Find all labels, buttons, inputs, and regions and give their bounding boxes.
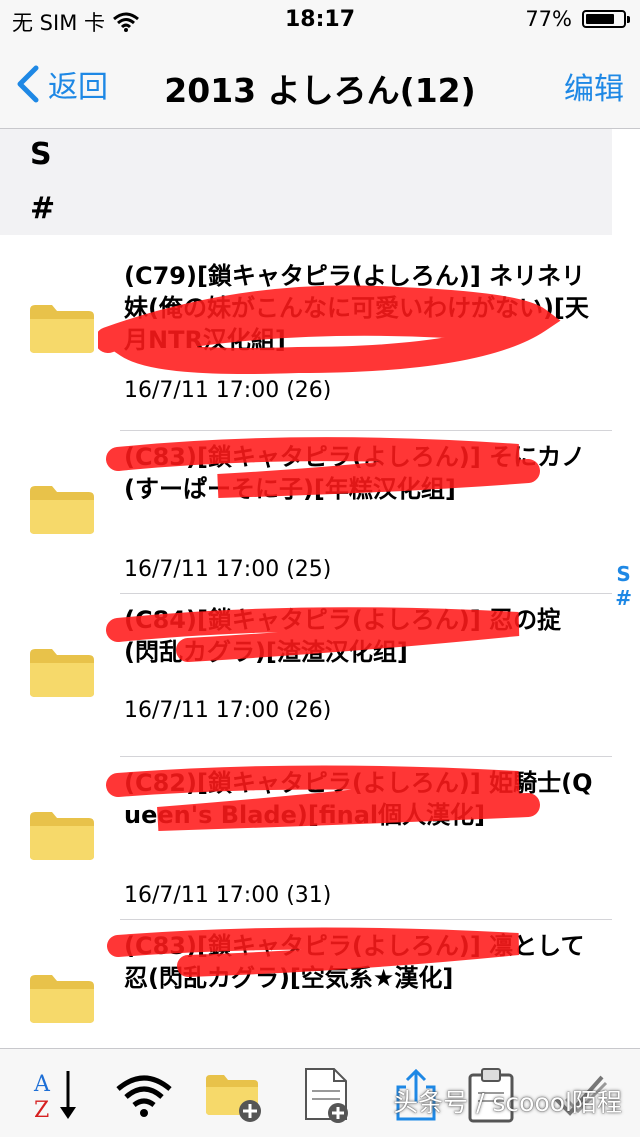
battery-icon: [582, 10, 630, 28]
folder-icon: [30, 812, 94, 860]
item-title: (C79)[鎖キャタピラ(よしろん)] ネリネリ妹(俺の妹がこんなに可愛いわけが…: [124, 262, 589, 354]
folder-icon: [30, 305, 94, 353]
battery-group: 77%: [525, 7, 630, 31]
status-bar: 无 SIM 卡 18:17 77%: [0, 0, 640, 40]
battery-percent: 77%: [525, 7, 572, 31]
wifi-transfer-button[interactable]: [114, 1065, 174, 1125]
side-index-hash[interactable]: #: [615, 586, 632, 610]
new-file-button[interactable]: [298, 1065, 358, 1125]
folder-icon: [30, 486, 94, 534]
file-list: (C79)[鎖キャタピラ(よしろん)] ネリネリ妹(俺の妹がこんなに可愛いわけが…: [0, 250, 612, 1082]
svg-text:Z: Z: [34, 1098, 49, 1123]
page-title: 2013 よしろん(12): [164, 71, 476, 110]
new-folder-icon: [206, 1075, 261, 1122]
sort-button[interactable]: A Z: [28, 1065, 88, 1125]
list-item[interactable]: (C79)[鎖キャタピラ(よしろん)] ネリネリ妹(俺の妹がこんなに可愛いわけが…: [30, 250, 612, 431]
item-title: (C84)[鎖キャタピラ(よしろん)] 忍の掟(閃乱カグラ)[渣渣汉化组]: [124, 606, 562, 666]
navigation-bar: 返回 2013 よしろん(12) 编辑: [0, 40, 640, 129]
section-s[interactable]: S: [30, 137, 52, 172]
edit-button[interactable]: 编辑: [564, 64, 624, 108]
item-title: (C83)[鎖キャタピラ(よしろん)] そにカノ(すーぱーそに子)[年糕汉化组]: [124, 443, 586, 503]
new-folder-button[interactable]: [204, 1065, 264, 1125]
item-meta: 16/7/11 17:00 (25): [124, 557, 332, 582]
item-meta: 16/7/11 17:00 (31): [124, 883, 332, 908]
item-meta: 16/7/11 17:00 (26): [124, 698, 332, 723]
sort-az-icon: A Z: [33, 1071, 76, 1123]
watermark-text: 头条号 / scoool陌程: [393, 1088, 622, 1117]
wifi-icon: [116, 1075, 172, 1117]
new-file-icon: [305, 1068, 348, 1123]
svg-text:A: A: [33, 1072, 51, 1097]
list-item[interactable]: (C84)[鎖キャタピラ(よしろん)] 忍の掟(閃乱カグラ)[渣渣汉化组] 16…: [30, 594, 612, 757]
item-meta: 16/7/11 17:00 (26): [124, 378, 332, 403]
list-item[interactable]: (C83)[鎖キャタピラ(よしろん)] そにカノ(すーぱーそに子)[年糕汉化组]…: [30, 431, 612, 594]
folder-icon: [30, 975, 94, 1023]
section-header-index: S #: [0, 129, 612, 235]
side-index-s[interactable]: S: [615, 562, 632, 586]
folder-icon: [30, 649, 94, 697]
section-hash[interactable]: #: [30, 191, 55, 226]
item-title: (C82)[鎖キャタピラ(よしろん)] 姫騎士(Queen's Blade)[f…: [124, 769, 593, 829]
side-index: S #: [615, 562, 632, 610]
list-item[interactable]: (C82)[鎖キャタピラ(よしろん)] 姫騎士(Queen's Blade)[f…: [30, 757, 612, 920]
bottom-toolbar: A Z 头条号 / scoool陌程: [0, 1048, 640, 1137]
item-title: (C83)[鎖キャタピラ(よしろん)] 凛として忍(閃乱カグラ)[空気系★漢化]: [124, 932, 585, 992]
